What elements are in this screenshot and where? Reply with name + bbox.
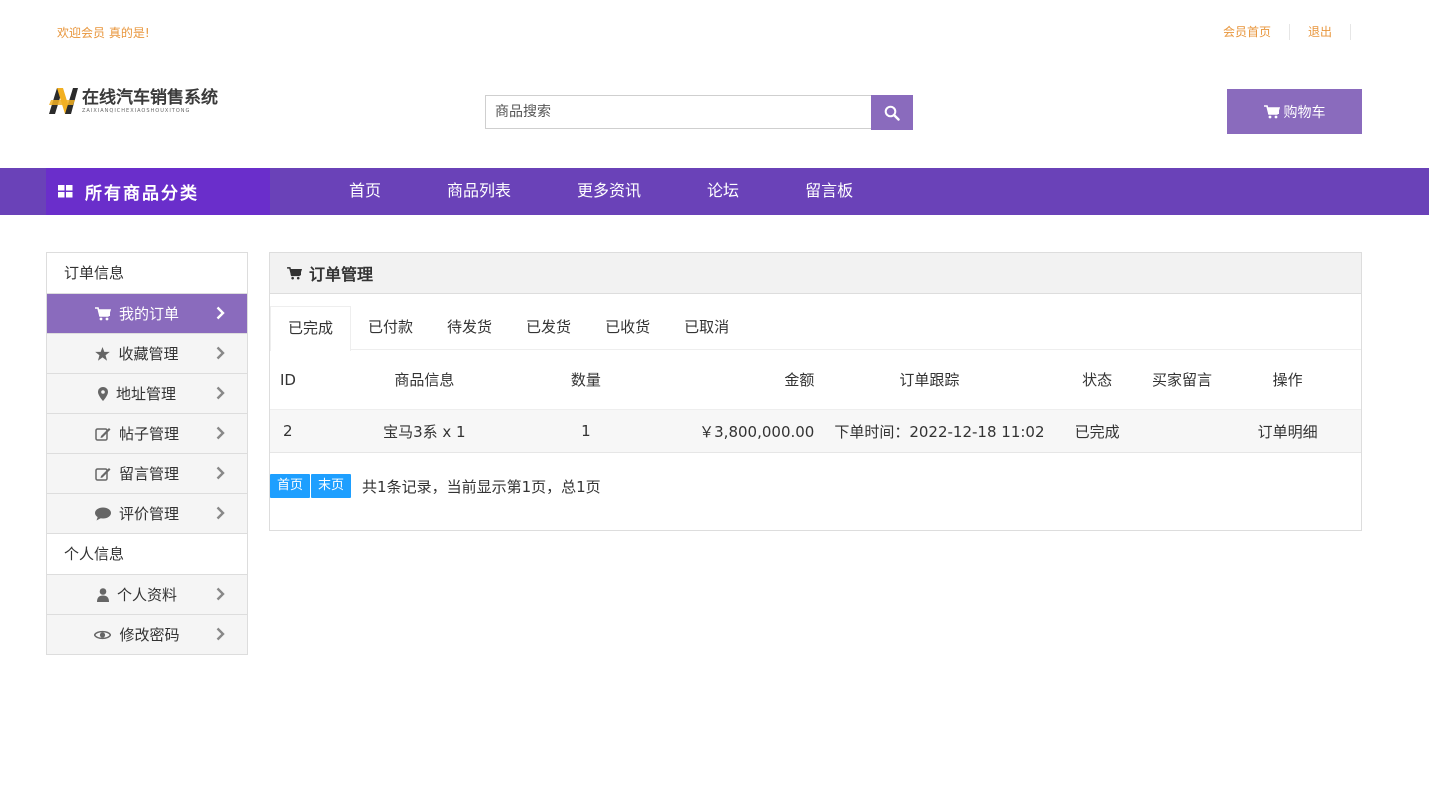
tab-shipped[interactable]: 已发货 — [509, 294, 588, 349]
table-header-row: ID 商品信息 数量 金额 订单跟踪 状态 买家留言 操作 — [270, 350, 1361, 410]
sidebar-item-reviews[interactable]: 评价管理 — [47, 494, 247, 534]
sidebar-item-label: 修改密码 — [119, 626, 180, 644]
sidebar-item-label: 评价管理 — [118, 505, 179, 523]
cart-icon — [94, 306, 111, 320]
sidebar-item-address[interactable]: 地址管理 — [47, 374, 247, 414]
pagination: 首页 末页 共1条记录，当前显示第1页，总1页 — [270, 474, 601, 498]
panel-header: 订单管理 — [270, 253, 1361, 294]
main-nav: 所有商品分类 首页 商品列表 更多资讯 论坛 留言板 — [0, 168, 1429, 215]
logout-link[interactable]: 退出 — [1290, 24, 1351, 40]
sidebar-item-label: 收藏管理 — [118, 345, 179, 363]
col-header-amount: 金额 — [784, 371, 815, 389]
sidebar-item-posts[interactable]: 帖子管理 — [47, 414, 247, 454]
chevron-right-icon — [216, 506, 225, 520]
cell-product: 宝马3系 x 1 — [383, 422, 466, 441]
nav-item-guestbook[interactable]: 留言板 — [772, 168, 886, 215]
edit-icon — [95, 467, 111, 481]
chevron-right-icon — [216, 587, 225, 601]
pagination-info: 共1条记录，当前显示第1页，总1页 — [362, 477, 601, 496]
nav-items: 首页 商品列表 更多资讯 论坛 留言板 — [316, 168, 886, 215]
col-header-id: ID — [280, 370, 296, 389]
sidebar-item-my-orders[interactable]: 我的订单 — [47, 294, 247, 334]
search-icon — [884, 105, 900, 121]
tab-paid[interactable]: 已付款 — [351, 294, 430, 349]
cart-label: 购物车 — [1283, 104, 1326, 121]
sidebar-item-label: 地址管理 — [115, 385, 176, 403]
logo-subtitle: ZAIXIANQICHEXIAOSHOUXITONG — [82, 108, 191, 114]
col-header-qty: 数量 — [570, 371, 601, 389]
welcome-text: 欢迎会员 真的是! — [57, 26, 150, 40]
last-page-button[interactable]: 末页 — [311, 474, 352, 498]
sidebar-item-label: 留言管理 — [118, 465, 179, 483]
cell-amount: ￥3,800,000.00 — [699, 422, 815, 441]
all-categories-button[interactable]: 所有商品分类 — [46, 168, 270, 215]
cell-status: 已完成 — [1074, 422, 1120, 441]
chevron-right-icon — [216, 386, 225, 400]
logo-title: 在线汽车销售系统 — [82, 88, 218, 108]
chevron-right-icon — [216, 466, 225, 480]
cell-qty: 1 — [581, 422, 591, 440]
nav-item-news[interactable]: 更多资讯 — [544, 168, 674, 215]
map-marker-icon — [97, 386, 108, 401]
chevron-right-icon — [216, 306, 225, 320]
nav-item-home[interactable]: 首页 — [316, 168, 414, 215]
top-bar: 欢迎会员 真的是! 会员首页 退出 — [0, 0, 1429, 64]
eye-icon — [94, 630, 112, 639]
table-row: 2 宝马3系 x 1 1 ￥3,800,000.00 下单时间：2022-12-… — [270, 409, 1361, 453]
edit-icon — [95, 427, 111, 441]
grid-icon — [58, 185, 73, 198]
col-header-note: 买家留言 — [1151, 371, 1212, 389]
top-links: 会员首页 退出 — [1205, 24, 1351, 40]
sidebar-section-title: 个人信息 — [47, 534, 247, 575]
order-panel: 订单管理 已完成 已付款 待发货 已发货 已收货 已取消 ID 商品信息 数量 … — [269, 252, 1362, 531]
cell-note — [1150, 410, 1215, 453]
tab-completed[interactable]: 已完成 — [270, 306, 352, 351]
nav-item-products[interactable]: 商品列表 — [414, 168, 544, 215]
col-header-status: 状态 — [1082, 371, 1113, 389]
nav-item-forum[interactable]: 论坛 — [674, 168, 772, 215]
search-input[interactable] — [485, 95, 871, 129]
comment-icon — [94, 507, 111, 520]
cell-tracking: 下单时间：2022-12-18 11:02 — [834, 422, 1045, 441]
tab-pending-shipment[interactable]: 待发货 — [430, 294, 509, 349]
order-status-tabs: 已完成 已付款 待发货 已发货 已收货 已取消 — [270, 294, 1361, 351]
tab-received[interactable]: 已收货 — [588, 294, 667, 349]
search-bar — [485, 95, 913, 130]
sidebar-item-profile[interactable]: 个人资料 — [47, 575, 247, 615]
sidebar-item-label: 我的订单 — [118, 305, 179, 323]
col-header-product: 商品信息 — [394, 371, 455, 389]
member-home-link[interactable]: 会员首页 — [1205, 24, 1290, 40]
star-icon — [95, 346, 111, 361]
orders-table: ID 商品信息 数量 金额 订单跟踪 状态 买家留言 操作 2 宝马3系 x 1… — [270, 350, 1361, 453]
sidebar-section-title: 订单信息 — [47, 253, 247, 294]
cart-icon — [1263, 104, 1280, 118]
member-sidebar: 订单信息 我的订单 收藏管理 地址管理 帖子管理 留言管理 评价管理 个人信息 … — [46, 252, 248, 655]
first-page-button[interactable]: 首页 — [270, 474, 311, 498]
tab-cancelled[interactable]: 已取消 — [667, 294, 746, 349]
logo-mark-icon — [47, 86, 79, 116]
site-logo[interactable]: 在线汽车销售系统 ZAIXIANQICHEXIAOSHOUXITONG — [47, 84, 227, 118]
chevron-right-icon — [216, 346, 225, 360]
col-header-tracking: 订单跟踪 — [899, 371, 960, 389]
sidebar-item-messages[interactable]: 留言管理 — [47, 454, 247, 494]
cart-icon — [287, 266, 302, 279]
sidebar-item-change-password[interactable]: 修改密码 — [47, 615, 247, 655]
chevron-right-icon — [216, 426, 225, 440]
search-button[interactable] — [871, 95, 913, 130]
panel-title: 订单管理 — [309, 265, 374, 284]
chevron-right-icon — [216, 627, 225, 641]
col-header-action: 操作 — [1272, 371, 1303, 389]
sidebar-item-label: 帖子管理 — [118, 425, 179, 443]
all-categories-label: 所有商品分类 — [85, 184, 199, 204]
cart-button[interactable]: 购物车 — [1227, 89, 1362, 134]
sidebar-item-favorites[interactable]: 收藏管理 — [47, 334, 247, 374]
sidebar-item-label: 个人资料 — [116, 586, 177, 604]
order-detail-link[interactable]: 订单明细 — [1214, 410, 1361, 453]
user-icon — [96, 587, 109, 602]
cell-id: 2 — [283, 422, 293, 440]
